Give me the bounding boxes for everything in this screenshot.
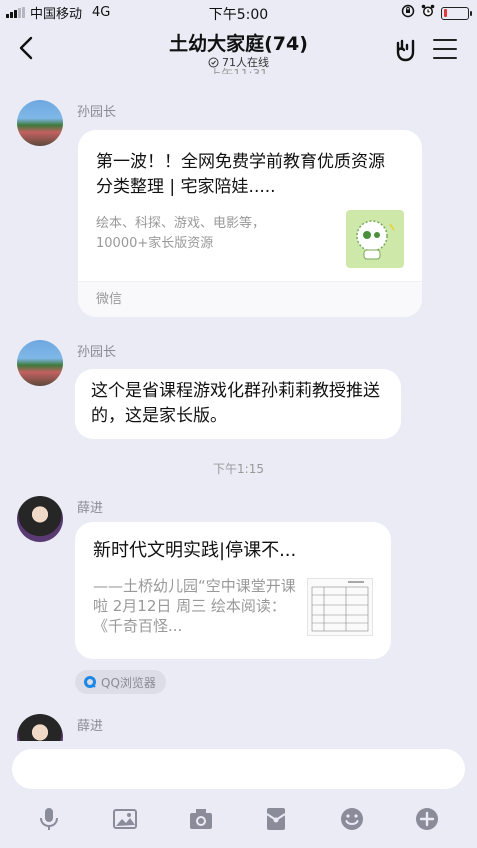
document-table-icon <box>311 581 369 632</box>
link-card-title: 第一波！！全网免费学前教育优质资源分类整理 | 宅家陪娃..... <box>96 152 385 197</box>
battery-icon <box>441 6 472 20</box>
source-tag[interactable]: QQ浏览器 <box>75 670 166 694</box>
rock-hand-icon <box>396 39 415 62</box>
sender-name: 薛进 <box>77 501 104 516</box>
microphone-icon <box>40 808 58 830</box>
sender-name: 孙园长 <box>77 105 117 120</box>
sender-name: 薛进 <box>77 719 104 734</box>
avatar[interactable] <box>17 340 63 386</box>
timestamp: 上午11:31 <box>209 67 268 74</box>
input-toolbar <box>0 801 477 837</box>
timestamp: 下午1:15 <box>213 462 264 476</box>
status-icons <box>401 4 472 22</box>
robot-illustration-icon <box>356 220 395 260</box>
status-bar: 中国移动 4G 下午5:00 <box>0 0 477 24</box>
image-icon <box>113 809 137 829</box>
link-card-source: 微信 <box>78 281 422 317</box>
sender-name: 孙园长 <box>77 345 117 360</box>
avatar[interactable] <box>17 496 63 542</box>
link-card-description: 绘本、科探、游戏、电影等，10000+家长版资源 <box>96 216 266 251</box>
message-input[interactable] <box>12 749 465 789</box>
voice-button[interactable] <box>34 804 64 834</box>
group-menu-button[interactable] <box>433 37 457 61</box>
link-card-title: 新时代文明实践|停课不... <box>93 540 297 561</box>
input-area <box>0 741 477 848</box>
plus-icon <box>416 808 438 830</box>
orientation-lock-icon <box>401 4 415 22</box>
camera-icon <box>190 809 212 829</box>
emoji-icon <box>341 808 363 830</box>
link-card-thumbnail <box>346 210 404 268</box>
more-button[interactable] <box>412 804 442 834</box>
photo-button[interactable] <box>110 804 140 834</box>
link-card-description: ——土桥幼儿园“空中课堂开课啦 2月12日 周三 绘本阅读：《千奇百怪... <box>93 577 296 635</box>
group-apps-button[interactable] <box>391 35 419 63</box>
camera-button[interactable] <box>186 804 216 834</box>
avatar[interactable] <box>17 100 63 146</box>
link-card[interactable]: 新时代文明实践|停课不... ——土桥幼儿园“空中课堂开课啦 2月12日 周三 … <box>75 522 391 659</box>
red-packet-icon <box>266 808 286 830</box>
link-card[interactable]: 第一波！！全网免费学前教育优质资源分类整理 | 宅家陪娃..... 绘本、科探、… <box>78 130 422 317</box>
red-packet-button[interactable] <box>261 804 291 834</box>
text-message[interactable]: 这个是省课程游戏化群孙莉莉教授推送的，这是家长版。 <box>75 369 401 439</box>
alarm-icon <box>421 4 435 22</box>
browser-icon <box>84 676 96 688</box>
link-card-thumbnail <box>307 578 373 636</box>
source-tag-label: QQ浏览器 <box>101 675 156 690</box>
emoji-button[interactable] <box>337 804 367 834</box>
